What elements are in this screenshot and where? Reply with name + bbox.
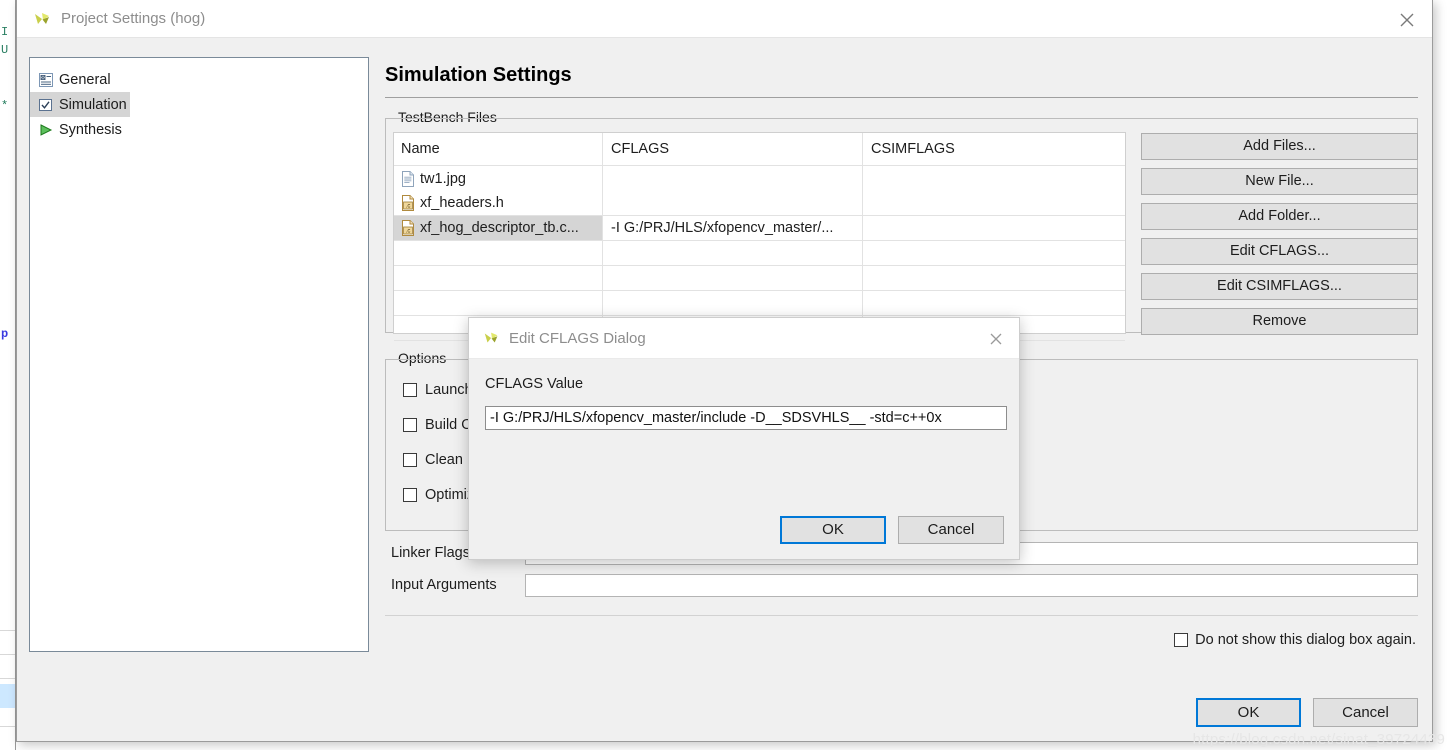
background-selected-row	[0, 684, 15, 708]
testbench-files-table[interactable]: Name CFLAGS CSIMFLAGS tw1.jpg .c xf_head…	[393, 132, 1126, 341]
checkbox-icon[interactable]	[1174, 633, 1189, 647]
testbench-files-group: TestBench Files Name CFLAGS CSIMFLAGS tw…	[385, 109, 1418, 341]
cflags-value-label: CFLAGS Value	[485, 376, 584, 392]
vitis-hls-logo-icon	[35, 13, 49, 24]
page-title: Simulation Settings	[385, 64, 572, 86]
svg-text:.c: .c	[406, 204, 411, 210]
tree-item-simulation[interactable]: Simulation	[30, 92, 130, 117]
checkbox-icon[interactable]	[403, 382, 417, 397]
testbench-actions: Add Files... New File... Add Folder... E…	[1141, 133, 1418, 343]
settings-category-tree[interactable]: General Simulation Synthesis	[29, 57, 369, 652]
table-row[interactable]: .c xf_headers.h	[394, 191, 1125, 216]
dialog-title: Project Settings (hog)	[61, 10, 206, 27]
ok-button[interactable]: OK	[1196, 698, 1301, 727]
table-row[interactable]	[394, 241, 1125, 266]
green-play-icon	[40, 123, 53, 136]
svg-text:.c: .c	[406, 229, 411, 235]
edit-cflags-dialog: Edit CFLAGS Dialog CFLAGS Value OK Cance…	[468, 317, 1020, 560]
checkbox-checked-icon	[39, 98, 52, 111]
modal-cancel-button[interactable]: Cancel	[898, 516, 1004, 544]
remove-button[interactable]: Remove	[1141, 308, 1418, 335]
cancel-button[interactable]: Cancel	[1313, 698, 1418, 727]
checkbox-icon[interactable]	[403, 417, 417, 432]
do-not-show-again-label: Do not show this dialog box again.	[1195, 632, 1416, 648]
column-header-csimflags: CSIMFLAGS	[871, 141, 955, 157]
edit-csimflags-button[interactable]: Edit CSIMFLAGS...	[1141, 273, 1418, 300]
checkbox-icon[interactable]	[403, 487, 417, 502]
page-title-rule	[385, 97, 1418, 98]
dialog-titlebar: Project Settings (hog)	[17, 0, 1432, 38]
vitis-hls-logo-icon	[484, 332, 498, 343]
table-header-row: Name CFLAGS CSIMFLAGS	[394, 133, 1125, 166]
background-glyph-0: I	[1, 25, 9, 39]
c-source-file-icon: .c	[402, 195, 414, 211]
c-source-file-icon: .c	[402, 220, 414, 236]
input-arguments-label: Input Arguments	[391, 577, 497, 593]
modal-ok-button[interactable]: OK	[780, 516, 886, 544]
table-row[interactable]	[394, 291, 1125, 316]
edit-cflags-button[interactable]: Edit CFLAGS...	[1141, 238, 1418, 265]
background-glyph-2: *	[1, 99, 9, 113]
option-label: Optimiz	[425, 486, 475, 503]
cflags-value-input[interactable]	[485, 406, 1007, 430]
background-glyph-3: p	[1, 327, 9, 341]
add-folder-button[interactable]: Add Folder...	[1141, 203, 1418, 230]
background-glyph-1: U	[1, 43, 9, 57]
tree-item-label: General	[59, 71, 111, 88]
option-label: Build O	[425, 416, 473, 433]
column-header-cflags: CFLAGS	[611, 141, 670, 157]
table-row[interactable]: .c xf_hog_descriptor_tb.c... -I G:/PRJ/H…	[394, 216, 1125, 241]
file-name: tw1.jpg	[420, 170, 466, 187]
do-not-show-again-row[interactable]: Do not show this dialog box again.	[385, 632, 1418, 648]
file-name: xf_hog_descriptor_tb.c...	[420, 220, 579, 236]
close-icon[interactable]	[987, 330, 1005, 348]
close-icon[interactable]	[1396, 9, 1418, 31]
modal-footer-buttons: OK Cancel	[780, 516, 1004, 544]
tree-item-label: Synthesis	[59, 121, 122, 138]
option-label: Launch	[425, 381, 473, 398]
testbench-files-frame: Name CFLAGS CSIMFLAGS tw1.jpg .c xf_head…	[385, 118, 1418, 341]
input-arguments-input[interactable]	[525, 573, 1418, 597]
cell-cflags: -I G:/PRJ/HLS/xfopencv_master/...	[611, 220, 834, 236]
image-file-icon	[402, 170, 414, 187]
general-properties-icon	[39, 72, 53, 87]
tree-item-general[interactable]: General	[30, 67, 368, 92]
file-name: xf_headers.h	[420, 195, 504, 211]
column-header-name: Name	[401, 141, 440, 157]
new-file-button[interactable]: New File...	[1141, 168, 1418, 195]
flags-divider	[385, 615, 1418, 616]
table-row[interactable]: tw1.jpg	[394, 166, 1125, 191]
modal-title: Edit CFLAGS Dialog	[509, 330, 646, 347]
add-files-button[interactable]: Add Files...	[1141, 133, 1418, 160]
tree-item-label: Simulation	[59, 96, 127, 113]
dialog-footer-buttons: OK Cancel	[1196, 698, 1418, 727]
table-row[interactable]	[394, 266, 1125, 291]
input-arguments-row: Input Arguments	[385, 569, 1418, 601]
tree-item-synthesis[interactable]: Synthesis	[30, 117, 368, 142]
checkbox-icon[interactable]	[403, 452, 417, 467]
modal-titlebar: Edit CFLAGS Dialog	[469, 318, 1019, 359]
